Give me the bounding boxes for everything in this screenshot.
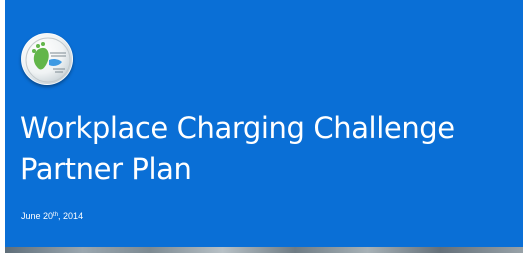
logo-seal (21, 33, 73, 85)
slide-title-line-1: Workplace Charging Challenge (20, 111, 455, 145)
blue-title-panel: Workplace Charging Challenge Partner Pla… (5, 0, 523, 247)
bottom-image-strip (5, 247, 523, 253)
green-footprint-seal-icon (25, 37, 71, 83)
slide-title-line-2: Partner Plan (20, 152, 192, 186)
slide-date: June 20th, 2014 (21, 210, 83, 222)
title-slide: Workplace Charging Challenge Partner Pla… (0, 0, 525, 253)
slide-date-prefix: June 20 (21, 211, 54, 221)
slide-date-year: , 2014 (58, 211, 84, 221)
